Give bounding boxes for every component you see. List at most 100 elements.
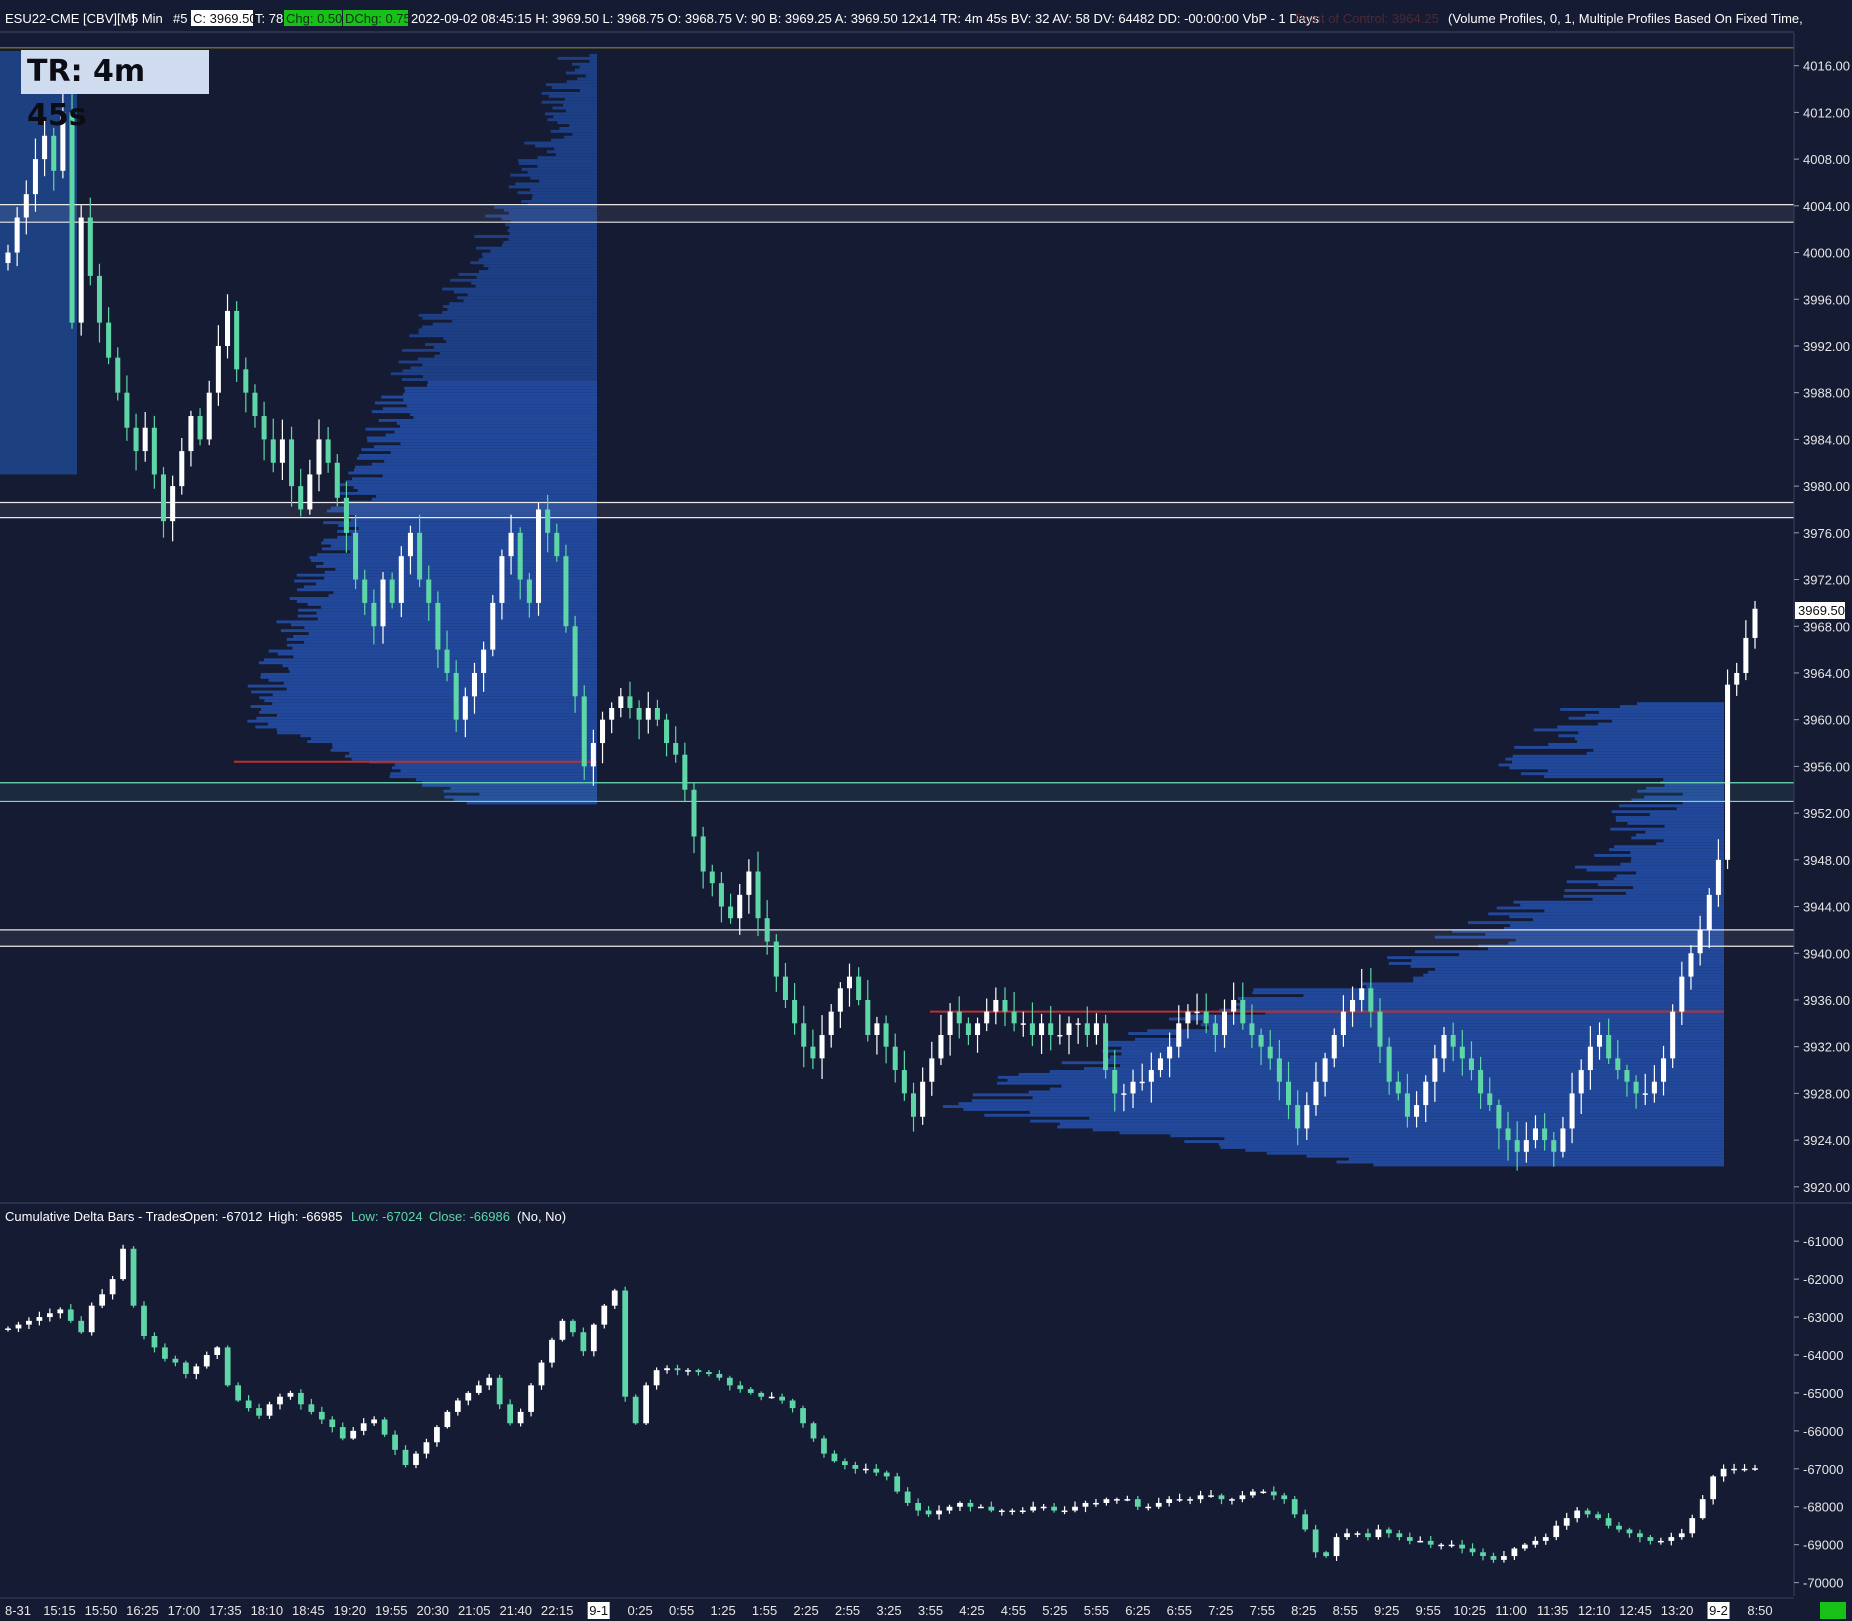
time-tick-label: 4:25	[959, 1603, 984, 1618]
candle-body	[967, 1502, 974, 1507]
candle-body	[920, 1081, 926, 1117]
candle-body	[852, 1465, 859, 1469]
profile-bar	[1410, 964, 1724, 968]
candle-body	[398, 556, 404, 603]
time-marker-badge	[1820, 1602, 1846, 1619]
time-tick-label: 11:00	[1495, 1603, 1527, 1618]
profile-bar	[1609, 848, 1724, 852]
symbol-label[interactable]: ESU22-CME [CBV][M]	[5, 11, 135, 26]
candle-body	[1093, 1502, 1099, 1505]
price-tick-label: 4016.00	[1803, 59, 1850, 74]
profile-bar	[471, 281, 597, 285]
delta-tick-label: -67000	[1803, 1462, 1843, 1477]
candle-body	[726, 1377, 733, 1386]
profile-bar	[402, 348, 597, 352]
profile-bar	[337, 529, 597, 533]
candle-body	[1312, 1529, 1319, 1553]
profile-bar	[1656, 842, 1724, 846]
profile-study-label[interactable]: (Volume Profiles, 0, 1, Multiple Profile…	[1448, 11, 1803, 26]
candle-body	[1532, 1540, 1539, 1545]
candle-body	[1427, 1540, 1434, 1545]
candle-body	[1103, 1023, 1109, 1071]
profile-bar	[272, 693, 597, 697]
candle-body	[910, 1093, 917, 1117]
profile-bar	[470, 261, 597, 265]
candle-body	[465, 1392, 472, 1401]
profile-bar	[434, 345, 597, 349]
candle-body	[1218, 1495, 1225, 1500]
candle-body	[1048, 1023, 1054, 1036]
candle-body	[1496, 1105, 1502, 1129]
delta-study-title[interactable]: Cumulative Delta Bars - Trades	[5, 1209, 186, 1224]
candle-body	[828, 1011, 834, 1036]
candle-body	[773, 941, 779, 977]
candle-body	[1377, 1011, 1383, 1047]
profile-bar	[324, 570, 597, 574]
chart-canvas[interactable]: ESU22-CME [CBV][M] 5 Min #5 C: 3969.50 T…	[0, 0, 1852, 1621]
profile-bar	[330, 748, 597, 752]
candle-body	[682, 754, 688, 790]
profile-bar	[1411, 959, 1724, 963]
panel-separator[interactable]	[0, 1202, 1852, 1204]
profile-bar	[403, 392, 597, 396]
profile-bar	[547, 118, 597, 122]
candle-body	[1560, 1128, 1566, 1152]
time-tick-label: 13:20	[1661, 1603, 1694, 1618]
candle-body	[779, 1396, 785, 1401]
candle-body	[279, 439, 285, 463]
profile-bar	[507, 229, 597, 233]
time-tick-label: 6:25	[1125, 1603, 1150, 1618]
bar-stats-label: 2022-09-02 08:45:15 H: 3969.50 L: 3968.7…	[411, 11, 1319, 26]
candle-body	[1404, 1093, 1410, 1117]
profile-bar	[288, 667, 597, 671]
profile-bar	[1558, 734, 1724, 738]
profile-bar	[1373, 1163, 1724, 1167]
profile-bar	[467, 293, 597, 297]
time-tick-label: 8:50	[1747, 1603, 1772, 1618]
profile-bar	[422, 363, 597, 367]
candle-body	[716, 1373, 723, 1378]
candle-body	[1276, 1058, 1282, 1082]
candle-body	[645, 708, 651, 720]
candle-body	[874, 1023, 880, 1036]
candle-body	[203, 1354, 210, 1367]
candle-body	[1176, 1499, 1183, 1501]
candle-body	[329, 1419, 336, 1428]
candle-body	[1155, 1502, 1162, 1507]
profile-bar	[1509, 924, 1724, 927]
candle-body	[1469, 1548, 1476, 1553]
profile-bar	[404, 386, 597, 390]
profile-bar	[293, 635, 597, 638]
profile-bar	[555, 153, 597, 157]
candle-body	[1487, 1093, 1493, 1106]
profile-bar	[1633, 886, 1724, 890]
profile-bar	[307, 602, 597, 606]
profile-bar	[1089, 1116, 1724, 1120]
delta-high-label: High: -66985	[268, 1209, 342, 1224]
profile-bar	[294, 579, 597, 583]
profile-bar	[415, 778, 597, 781]
profile-bar	[482, 255, 597, 259]
candle-body	[528, 1385, 534, 1412]
candle-body	[124, 392, 130, 428]
candle-body	[151, 1336, 158, 1348]
profile-bar	[391, 766, 597, 770]
profile-bar	[1106, 1043, 1724, 1047]
profile-bar	[247, 719, 597, 723]
time-axis[interactable]: 8-31 15:15 15:50 16:25 17:00 17:35 18:10 18:45 1…	[0, 1597, 1852, 1621]
delta-tick-label: -66000	[1803, 1424, 1843, 1439]
profile-bar	[317, 617, 597, 621]
candle-body	[611, 1290, 618, 1306]
candle-body	[842, 1461, 848, 1466]
profile-bar	[304, 640, 597, 644]
time-tick-label: 6:55	[1167, 1603, 1192, 1618]
interval-label[interactable]: 5 Min	[131, 11, 163, 26]
profile-bar	[250, 705, 597, 709]
profile-bar	[565, 71, 597, 75]
candle-body	[32, 159, 38, 195]
profile-bar	[942, 1105, 1724, 1108]
candle-body	[545, 509, 551, 533]
candle-body	[674, 1368, 681, 1371]
profile-bar	[272, 702, 597, 706]
profile-bar	[1119, 1131, 1724, 1135]
